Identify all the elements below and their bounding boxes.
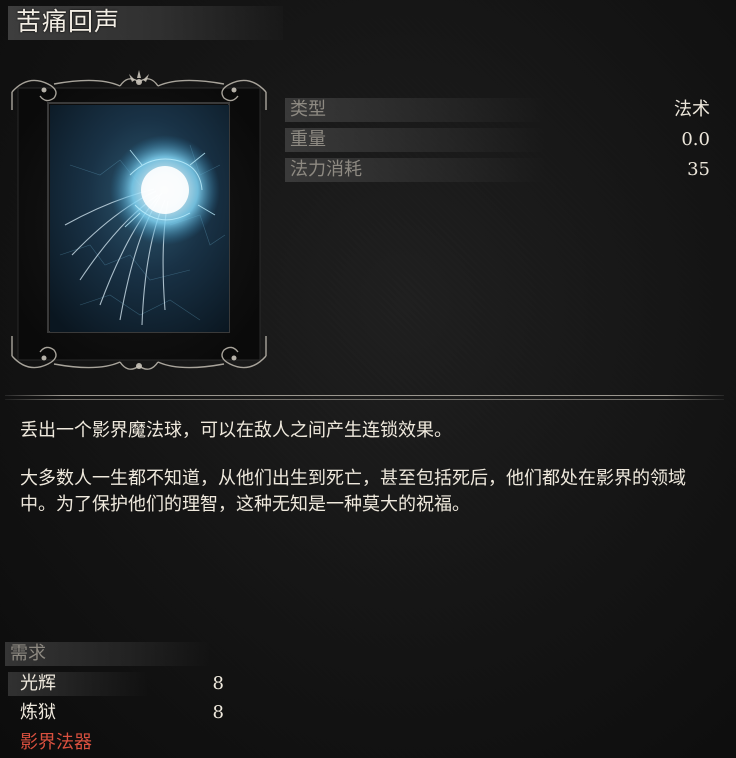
item-detail-panel: 苦痛回声 类型 法术 重量 0.0 法力消耗 35 丢出一个影界魔法球，可以在敌… <box>0 0 736 758</box>
stat-label: 重量 <box>290 129 326 150</box>
requirement-row-inferno: 炼狱 8 <box>8 700 230 726</box>
item-title: 苦痛回声 <box>16 7 121 36</box>
requirement-label: 炼狱 <box>20 702 56 723</box>
requirement-value: 8 <box>212 702 224 723</box>
section-divider <box>5 394 724 402</box>
stat-row-type: 类型 法术 <box>285 97 715 123</box>
requirement-value: 8 <box>212 673 224 694</box>
stat-label: 类型 <box>290 99 326 120</box>
requirement-row-radiance: 光辉 8 <box>8 671 230 697</box>
stat-value: 35 <box>687 159 710 180</box>
catalyst-requirement: 影界法器 <box>20 732 92 753</box>
stat-value: 法术 <box>674 99 710 120</box>
lore-description: 大多数人一生都不知道，从他们出生到死亡，甚至包括死后，他们都处在影界的领域中。为… <box>20 468 686 515</box>
requirement-label: 光辉 <box>20 673 56 694</box>
effect-description: 丢出一个影界魔法球，可以在敌人之间产生连锁效果。 <box>20 420 452 441</box>
stat-row-weight: 重量 0.0 <box>285 127 715 153</box>
stat-label: 法力消耗 <box>290 159 362 180</box>
spell-orb-icon <box>50 105 229 332</box>
stat-value: 0.0 <box>681 129 710 150</box>
requirements-header: 需求 <box>10 643 46 664</box>
stat-row-mana-cost: 法力消耗 35 <box>285 157 715 183</box>
